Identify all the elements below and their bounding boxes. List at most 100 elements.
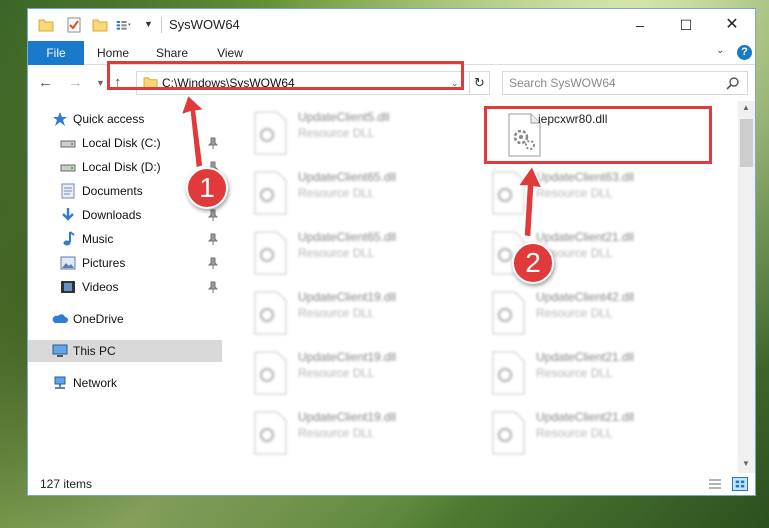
details-view-icon[interactable] <box>708 478 722 490</box>
dll-file-icon <box>492 171 525 215</box>
sidebar-item-downloads[interactable]: Downloads <box>28 204 222 226</box>
properties-icon[interactable] <box>66 17 82 33</box>
maximize-button[interactable]: ☐ <box>663 9 709 41</box>
view-icon[interactable] <box>116 17 132 33</box>
scroll-down-icon[interactable]: ▼ <box>742 459 750 468</box>
pin-icon[interactable] <box>208 281 218 293</box>
file-item[interactable]: UpdateClient42.dll Resource DLL <box>490 287 710 339</box>
window-title: SysWOW64 <box>169 17 240 32</box>
scrollbar-thumb[interactable] <box>740 119 753 167</box>
file-item[interactable]: UpdateClient65.dll Resource DLL <box>252 167 472 219</box>
back-button[interactable]: ← <box>38 74 53 91</box>
file-type: Resource DLL <box>536 306 613 320</box>
minimize-button[interactable]: – <box>617 9 663 41</box>
search-icon[interactable] <box>725 76 741 92</box>
file-item[interactable]: UpdateClient21.dll Resource DLL <box>490 407 710 459</box>
drive-icon <box>60 140 76 148</box>
status-bar: 127 items <box>28 473 755 495</box>
large-icons-view-icon[interactable] <box>732 477 748 491</box>
sidebar-item-this-pc[interactable]: This PC <box>28 340 222 362</box>
step-2-badge: 2 <box>512 242 554 284</box>
sidebar-item-onedrive[interactable]: OneDrive <box>28 308 222 330</box>
sidebar-item-label: Local Disk (C:) <box>82 136 161 150</box>
file-item[interactable]: UpdateClient65.dll Resource DLL <box>252 227 472 279</box>
computer-icon <box>52 344 68 357</box>
sidebar-item-network[interactable]: Network <box>28 372 222 394</box>
item-count: 127 items <box>40 477 93 491</box>
sidebar-item-quick-access[interactable]: Quick access <box>28 108 222 130</box>
sidebar-item-label: This PC <box>73 344 116 358</box>
refresh-button[interactable]: ↻ <box>470 71 490 95</box>
file-name: UpdateClient19.dll <box>298 350 397 364</box>
file-highlight-box <box>484 106 712 164</box>
file-type: Resource DLL <box>298 426 375 440</box>
sidebar-item-videos[interactable]: Videos <box>28 276 222 298</box>
dll-file-icon <box>254 231 287 275</box>
dll-file-icon <box>254 171 287 215</box>
pin-icon[interactable] <box>208 233 218 245</box>
sidebar-item-music[interactable]: Music <box>28 228 222 250</box>
file-item[interactable]: UpdateClient21.dll Resource DLL <box>490 347 710 399</box>
forward-button[interactable]: → <box>68 74 83 91</box>
expand-ribbon-icon[interactable]: ⌄ <box>716 45 724 56</box>
customize-toolbar-icon[interactable]: ▼ <box>144 19 160 35</box>
file-type: Resource DLL <box>298 246 375 260</box>
pin-icon[interactable] <box>208 209 218 221</box>
sidebar-item-label: Pictures <box>82 256 126 270</box>
file-type: Resource DLL <box>298 126 375 140</box>
navigation-pane: Quick access Local Disk (C:) Local Disk … <box>28 101 222 465</box>
file-type: Resource DLL <box>298 366 375 380</box>
music-icon <box>63 231 75 246</box>
address-highlight-box <box>107 61 464 90</box>
search-input[interactable] <box>509 75 719 91</box>
title-bar: ▼ SysWOW64 – ☐ ✕ <box>28 9 755 41</box>
file-item[interactable]: UpdateClient19.dll Resource DLL <box>252 347 472 399</box>
file-name: UpdateClient21.dll <box>536 410 635 424</box>
title-separator <box>161 17 162 33</box>
file-item[interactable]: UpdateClient19.dll Resource DLL <box>252 407 472 459</box>
file-name: UpdateClient5.dll <box>298 110 390 124</box>
sidebar-item-local-disk-c[interactable]: Local Disk (C:) <box>28 132 222 154</box>
dll-file-icon <box>492 351 525 395</box>
new-folder-icon[interactable] <box>92 17 108 33</box>
tab-file[interactable]: File <box>28 41 84 65</box>
cloud-icon <box>52 314 68 323</box>
dll-file-icon <box>254 291 287 335</box>
sidebar-item-label: Quick access <box>73 112 145 126</box>
dll-file-icon <box>254 351 287 395</box>
dll-file-icon <box>492 291 525 335</box>
file-item[interactable]: UpdateClient63.dll Resource DLL <box>490 167 710 219</box>
search-box[interactable] <box>502 71 748 95</box>
downloads-icon <box>62 208 74 221</box>
file-name: UpdateClient21.dll <box>536 350 635 364</box>
file-type: Resource DLL <box>536 186 613 200</box>
folder-icon[interactable] <box>38 17 54 33</box>
dll-file-icon <box>492 411 525 455</box>
scroll-up-icon[interactable]: ▲ <box>742 103 750 112</box>
file-name: UpdateClient42.dll <box>536 290 635 304</box>
sidebar-item-label: Downloads <box>82 208 142 222</box>
help-icon[interactable]: ? <box>737 45 752 60</box>
star-icon <box>53 112 67 126</box>
pin-icon[interactable] <box>208 137 218 149</box>
step-1-badge: 1 <box>186 167 228 209</box>
vertical-scrollbar[interactable]: ▲ ▼ <box>738 101 755 473</box>
file-name: UpdateClient63.dll <box>536 170 635 184</box>
pictures-icon <box>60 256 76 270</box>
file-name: UpdateClient19.dll <box>298 410 397 424</box>
sidebar-item-pictures[interactable]: Pictures <box>28 252 222 274</box>
file-name: UpdateClient65.dll <box>298 230 397 244</box>
dll-file-icon <box>254 411 287 455</box>
sidebar-item-label: Network <box>73 376 118 390</box>
drive-icon <box>60 164 76 172</box>
file-item[interactable]: UpdateClient19.dll Resource DLL <box>252 287 472 339</box>
sidebar-item-label: Videos <box>82 280 119 294</box>
file-item[interactable]: UpdateClient5.dll Resource DLL <box>252 107 472 159</box>
file-name: UpdateClient65.dll <box>298 170 397 184</box>
recent-locations-icon[interactable]: ▼ <box>96 78 105 88</box>
sidebar-item-label: OneDrive <box>73 312 124 326</box>
videos-icon <box>61 281 75 293</box>
pin-icon[interactable] <box>208 257 218 269</box>
file-type: Resource DLL <box>536 426 613 440</box>
close-button[interactable]: ✕ <box>709 9 755 41</box>
